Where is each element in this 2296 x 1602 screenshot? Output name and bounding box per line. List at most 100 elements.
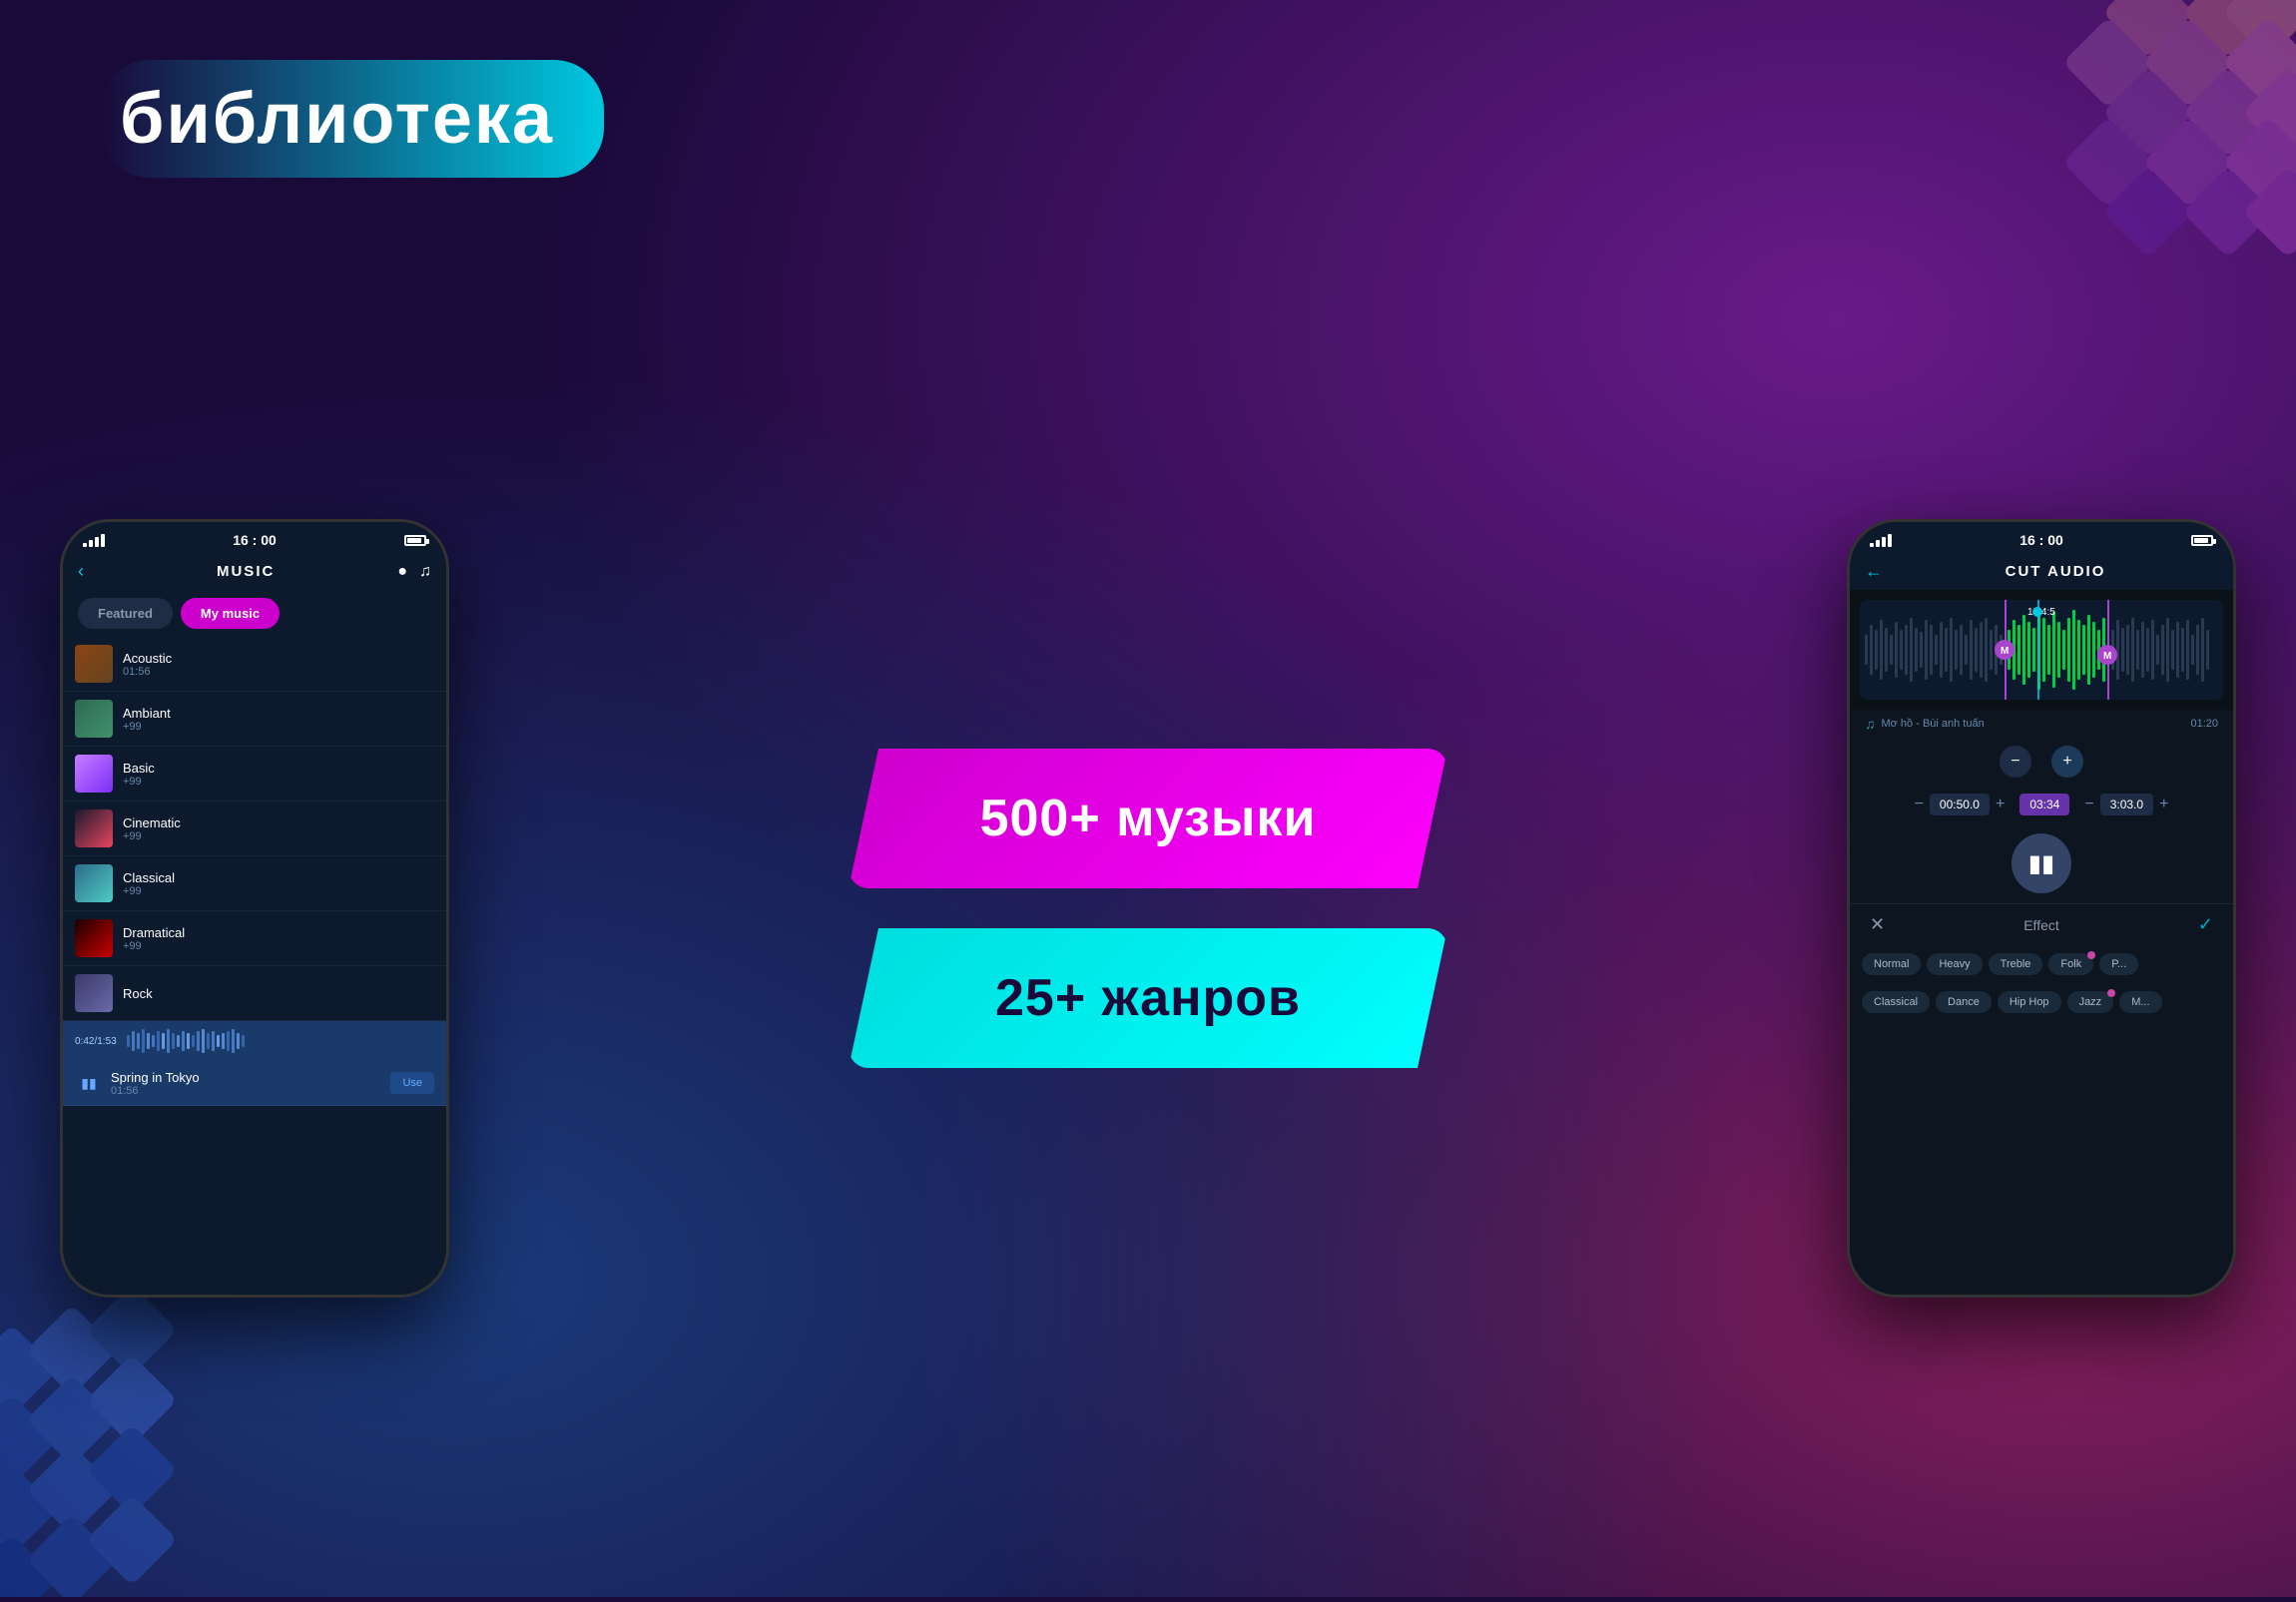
zoom-controls: − + [1850, 738, 2233, 786]
search-icon[interactable]: ● [397, 563, 407, 581]
music-name: Ambiant [123, 706, 434, 721]
use-button[interactable]: Use [390, 1072, 434, 1094]
effect-header: ✕ Effect ✓ [1850, 903, 2233, 945]
left-app-header: ‹ MUSIC ● ♫ [63, 553, 446, 590]
thumb-cinematic [75, 809, 113, 847]
left-status-time: 16 : 00 [233, 532, 277, 548]
svg-text:M: M [2001, 646, 2009, 657]
thumb-classical [75, 864, 113, 902]
effect-m[interactable]: M... [2119, 991, 2161, 1013]
effect-p[interactable]: P... [2099, 953, 2138, 975]
music-info: Ambiant +99 [123, 706, 434, 733]
effect-hiphop[interactable]: Hip Hop [1998, 991, 2061, 1013]
song-name-display: ♫ Mơ hồ - Bùi anh tuấn [1865, 716, 1985, 732]
list-item[interactable]: Cinematic +99 [63, 801, 446, 856]
list-item[interactable]: Basic +99 [63, 747, 446, 801]
zoom-in-button[interactable]: + [2051, 746, 2083, 778]
time-end-group: − 3:03.0 + [2084, 794, 2168, 815]
time-middle-display: 03:34 [2019, 794, 2069, 815]
thumb-basic [75, 755, 113, 793]
tab-featured[interactable]: Featured [78, 598, 173, 629]
effect-tags-row2: Classical Dance Hip Hop Jazz M... [1850, 983, 2233, 1021]
thumb-dramatical [75, 919, 113, 957]
play-section: ▮▮ [1850, 823, 2233, 903]
page-title: библиотека [120, 78, 554, 160]
banner-genres: 25+ жанров [849, 928, 1447, 1068]
battery-icon [404, 535, 426, 546]
effect-treble[interactable]: Treble [1989, 953, 2043, 975]
effect-heavy[interactable]: Heavy [1927, 953, 1982, 975]
music-note-icon[interactable]: ♫ [419, 563, 431, 581]
title-area: библиотека [100, 60, 604, 178]
music-info: Cinematic +99 [123, 815, 434, 842]
right-phone: 16 : 00 ← CUT AUDIO [1847, 519, 2236, 1298]
effect-folk[interactable]: Folk [2048, 953, 2093, 975]
music-name: Classical [123, 870, 434, 885]
effect-tags-row1: Normal Heavy Treble Folk P... [1850, 945, 2233, 983]
music-info: Acoustic 01:56 [123, 651, 434, 678]
thumb-rock [75, 974, 113, 1012]
effect-dance[interactable]: Dance [1936, 991, 1992, 1013]
music-note-icon: ♫ [1865, 716, 1876, 732]
time-start-group: − 00:50.0 + [1915, 794, 2006, 815]
banner-music: 500+ музыки [849, 749, 1447, 888]
effect-title: Effect [2023, 917, 2059, 933]
music-name: Dramatical [123, 925, 434, 940]
effect-jazz-dot [2107, 989, 2115, 997]
song-duration: 01:20 [2190, 718, 2218, 730]
right-app-title: CUT AUDIO [1893, 563, 2218, 580]
left-app-title: MUSIC [94, 563, 397, 580]
play-pause-button[interactable]: ▮▮ [2011, 833, 2071, 893]
music-sub: +99 [123, 721, 434, 733]
list-item[interactable]: Ambiant +99 [63, 692, 446, 747]
effect-folk-dot [2087, 951, 2095, 959]
playing-track-duration: 01:56 [111, 1085, 390, 1097]
waveform-visual: M M 1:04:5 [1860, 600, 2219, 700]
music-sub: +99 [123, 776, 434, 788]
time-end-display: 3:03.0 [2100, 794, 2153, 815]
back-arrow-icon[interactable]: ‹ [78, 561, 84, 582]
list-item-rock[interactable]: Rock [63, 966, 446, 1021]
signal-icon [83, 534, 105, 547]
time-end-minus[interactable]: − [2084, 796, 2093, 813]
back-arrow-icon[interactable]: ← [1865, 561, 1883, 582]
music-sub: +99 [123, 885, 434, 897]
list-item[interactable]: Acoustic 01:56 [63, 637, 446, 692]
svg-text:M: M [2103, 651, 2111, 662]
effect-classical[interactable]: Classical [1862, 991, 1930, 1013]
tab-bar: Featured My music [63, 590, 446, 637]
effect-jazz[interactable]: Jazz [2067, 991, 2114, 1013]
zoom-out-button[interactable]: − [2000, 746, 2031, 778]
list-item[interactable]: Dramatical +99 [63, 911, 446, 966]
music-sub: +99 [123, 830, 434, 842]
waveform-svg [127, 1027, 306, 1055]
left-phone-screen: 16 : 00 ‹ MUSIC ● ♫ Featured My music [63, 522, 446, 1295]
music-info: Basic +99 [123, 761, 434, 788]
music-sub: +99 [123, 940, 434, 952]
header-icons: ● ♫ [397, 563, 431, 581]
playing-track-item[interactable]: ▮▮ Spring in Tokyo 01:56 Use [63, 1061, 446, 1106]
effect-normal[interactable]: Normal [1862, 953, 1921, 975]
list-item[interactable]: Classical +99 [63, 856, 446, 911]
tab-my-music[interactable]: My music [181, 598, 280, 629]
effect-close-button[interactable]: ✕ [1870, 914, 1885, 935]
playing-track-name: Spring in Tokyo [111, 1070, 390, 1085]
left-status-bar: 16 : 00 [63, 522, 446, 553]
time-end-plus[interactable]: + [2159, 796, 2168, 813]
banner-music-text: 500+ музыки [980, 789, 1317, 848]
banner-genres-text: 25+ жанров [995, 968, 1301, 1028]
time-start-display: 00:50.0 [1930, 794, 1990, 815]
time-start-minus[interactable]: − [1915, 796, 1924, 813]
signal-icon [1870, 534, 1892, 547]
title-pill: библиотека [100, 60, 604, 178]
music-list: Acoustic 01:56 Ambiant +99 Basic +99 [63, 637, 446, 1230]
thumb-acoustic [75, 645, 113, 683]
play-indicator[interactable]: ▮▮ [75, 1069, 103, 1097]
song-info-row: ♫ Mơ hồ - Bùi anh tuấn 01:20 [1850, 710, 2233, 738]
effect-confirm-button[interactable]: ✓ [2198, 914, 2213, 935]
time-start-plus[interactable]: + [1996, 796, 2005, 813]
center-section: 500+ музыки 25+ жанров [489, 749, 1807, 1068]
music-name: Rock [123, 986, 434, 1001]
music-info: Dramatical +99 [123, 925, 434, 952]
main-content: 16 : 00 ‹ MUSIC ● ♫ Featured My music [0, 220, 2296, 1597]
